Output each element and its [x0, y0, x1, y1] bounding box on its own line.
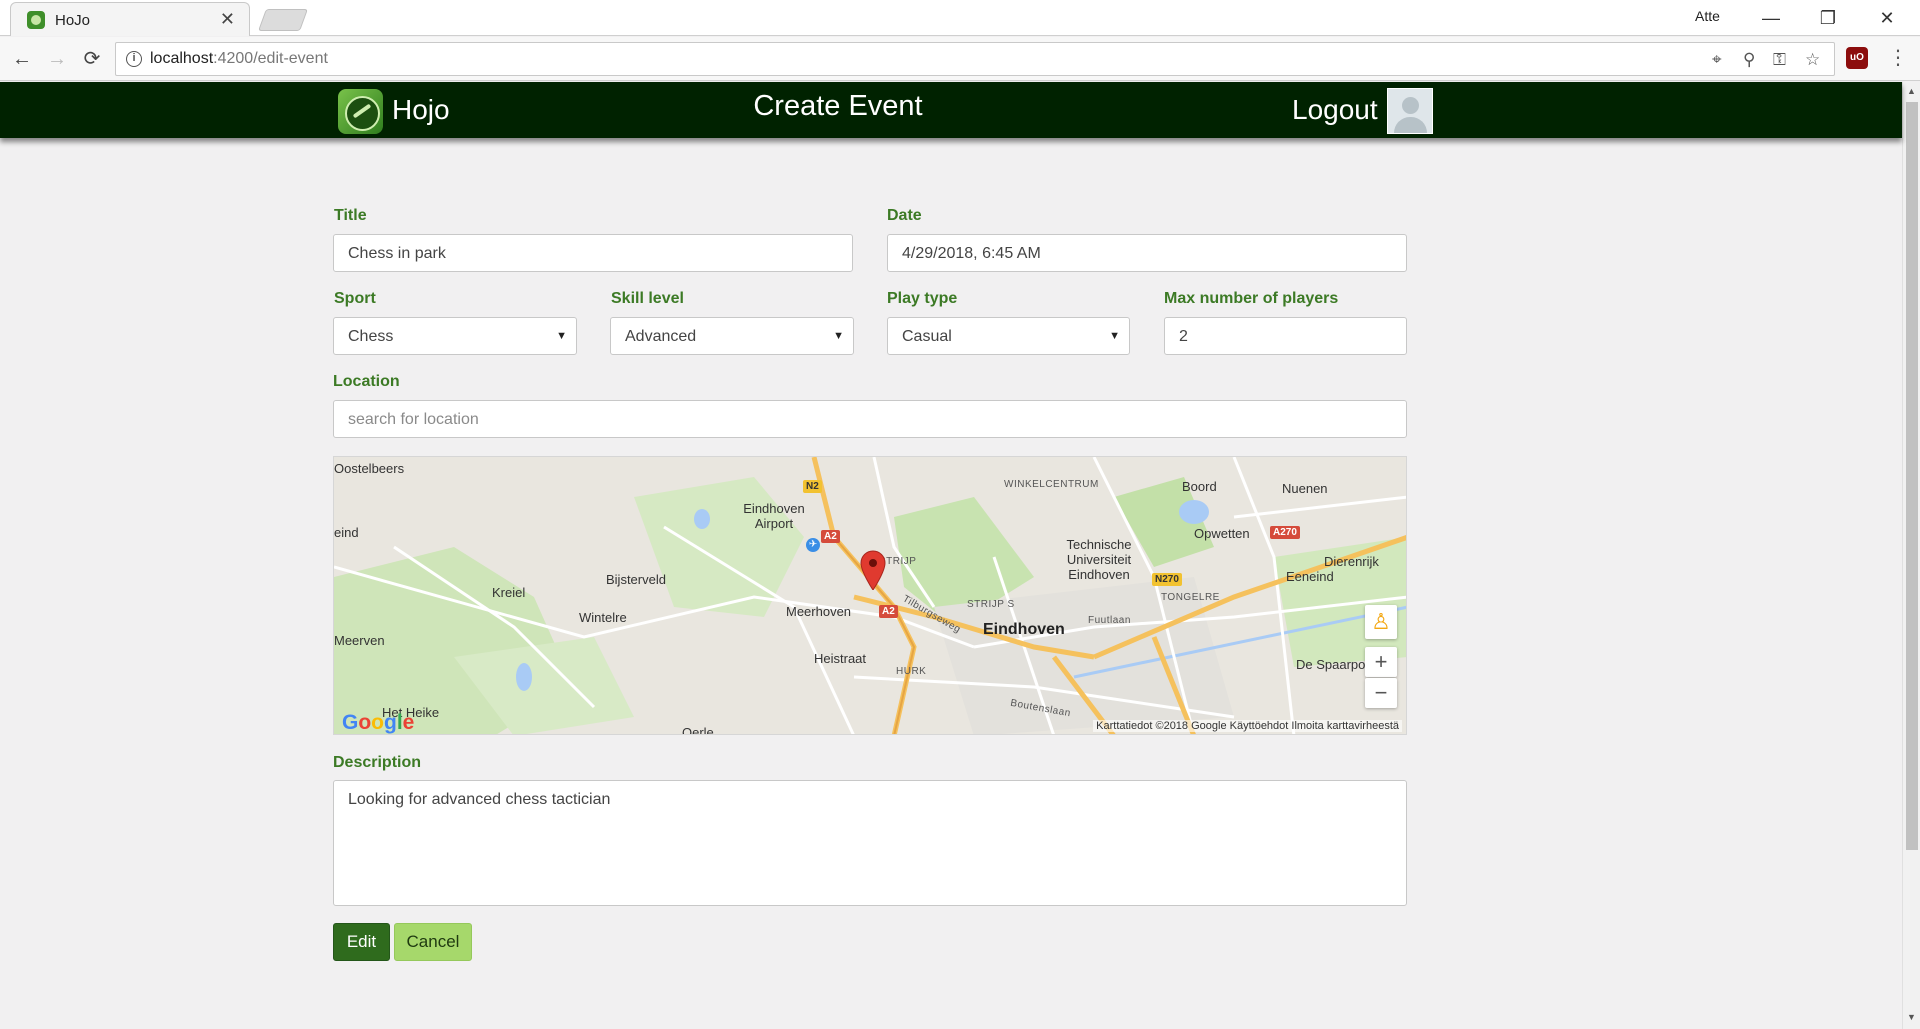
zoom-out-button[interactable]: − — [1365, 678, 1397, 708]
map-place-label: TONGELRE — [1161, 592, 1220, 603]
map-credits[interactable]: Karttatiedot ©2018 Google Käyttöehdot Il… — [1093, 720, 1402, 732]
minimize-icon[interactable]: — — [1748, 4, 1794, 32]
hojo-favicon-icon — [27, 11, 45, 29]
map-place-label: Eindhoven Airport — [743, 501, 805, 531]
skill-level-label: Skill level — [611, 290, 684, 307]
description-textarea[interactable]: Looking for advanced chess tactician — [333, 780, 1407, 906]
road-badge: A2 — [879, 605, 898, 618]
map-place-label: eind — [334, 525, 359, 540]
play-type-value: Casual — [902, 328, 952, 345]
browser-tab[interactable]: HoJo ✕ — [10, 2, 250, 36]
reload-icon[interactable]: ⟳ — [78, 46, 106, 72]
map-place-label: Meerhoven — [786, 604, 852, 619]
skill-level-select[interactable]: Advanced ▼ — [610, 317, 854, 355]
scroll-up-icon[interactable]: ▲ — [1907, 86, 1916, 96]
browser-toolbar: ← → ⟳ i localhost:4200/edit-event ⌖ ⚲ ⚿ … — [0, 37, 1920, 81]
url-host: localhost — [150, 50, 214, 67]
map-place-label: Dierenrijk — [1324, 554, 1379, 569]
map-place-label: Opwetten — [1194, 526, 1250, 541]
browser-tab-bar: HoJo ✕ Atte — ❐ ✕ — [0, 0, 1920, 36]
hojo-logo-icon[interactable] — [338, 89, 383, 134]
street-view-pegman-icon[interactable]: ♙ — [1365, 605, 1397, 639]
map-place-label: Eindhoven — [983, 621, 1065, 638]
address-bar[interactable]: i localhost:4200/edit-event ⌖ ⚲ ⚿ ☆ — [115, 42, 1835, 76]
ublock-extension-icon[interactable]: uO — [1846, 47, 1868, 69]
map-marker-icon[interactable] — [860, 550, 886, 590]
cancel-button[interactable]: Cancel — [394, 923, 472, 961]
map-place-label: Kreiel — [492, 585, 526, 600]
location-search-input[interactable]: search for location — [333, 400, 1407, 438]
google-logo[interactable]: Google — [342, 711, 414, 734]
new-tab-button[interactable] — [257, 9, 309, 31]
key-icon[interactable]: ⚿ — [1773, 50, 1786, 70]
app-header: Hojo Create Event Logout — [0, 82, 1902, 138]
date-label: Date — [887, 207, 922, 224]
restore-icon[interactable]: ❐ — [1805, 4, 1851, 32]
site-info-icon[interactable]: i — [126, 51, 142, 67]
sport-select[interactable]: Chess ▼ — [333, 317, 577, 355]
sport-label: Sport — [334, 290, 376, 307]
play-type-label: Play type — [887, 290, 958, 307]
edit-button[interactable]: Edit — [333, 923, 390, 961]
map-place-label: Oerle — [682, 725, 714, 735]
map-place-label: Meerven — [334, 633, 385, 648]
chevron-down-icon: ▼ — [556, 330, 567, 342]
url-text: localhost:4200/edit-event — [150, 50, 328, 68]
url-path: :4200/edit-event — [213, 50, 328, 67]
logout-link[interactable]: Logout — [1292, 94, 1378, 126]
browser-menu-icon[interactable]: ⋮ — [1888, 45, 1908, 70]
map-place-label: Heistraat — [814, 651, 867, 666]
road-badge: N270 — [1152, 573, 1182, 586]
forward-icon[interactable]: → — [43, 46, 71, 72]
airport-icon: ✈ — [806, 538, 820, 552]
profile-name[interactable]: Atte — [1695, 8, 1720, 24]
map-place-label: WINKELCENTRUM — [1004, 479, 1099, 490]
location-icon[interactable]: ⌖ — [1712, 50, 1722, 70]
max-players-input[interactable]: 2 — [1164, 317, 1407, 355]
map-place-label: Boord — [1182, 479, 1217, 494]
play-type-select[interactable]: Casual ▼ — [887, 317, 1130, 355]
map-place-label: Technische Universiteit Eindhoven — [1066, 537, 1132, 582]
max-players-label: Max number of players — [1164, 290, 1339, 307]
map-street-label: Fuutlaan — [1088, 615, 1131, 626]
date-input[interactable]: 4/29/2018, 6:45 AM — [887, 234, 1407, 272]
map-place-label: HURK — [896, 666, 927, 677]
road-badge: N2 — [803, 480, 822, 493]
map-place-label: Wintelre — [579, 610, 627, 625]
road-badge: A2 — [821, 530, 840, 543]
brand-name[interactable]: Hojo — [392, 94, 450, 126]
title-input[interactable]: Chess in park — [333, 234, 853, 272]
sport-value: Chess — [348, 328, 394, 345]
back-icon[interactable]: ← — [8, 46, 36, 72]
zoom-in-button[interactable]: + — [1365, 647, 1397, 677]
location-map[interactable]: Oostelbeers Eindhoven Airport ✈ WINKELCE… — [333, 456, 1407, 735]
page-scrollbar[interactable]: ▲ ▼ — [1902, 82, 1920, 1029]
window-close-icon[interactable]: ✕ — [1864, 4, 1910, 32]
page-title: Create Event — [753, 90, 923, 122]
scroll-thumb[interactable] — [1906, 102, 1918, 850]
chevron-down-icon: ▼ — [833, 330, 844, 342]
map-place-label: Eeneind — [1286, 569, 1334, 584]
map-place-label: STRIJP S — [967, 599, 1015, 610]
description-label: Description — [333, 754, 422, 771]
skill-level-value: Advanced — [625, 328, 697, 345]
road-badge: A270 — [1270, 526, 1300, 539]
map-place-label: Nuenen — [1282, 481, 1328, 496]
avatar[interactable] — [1387, 88, 1433, 134]
map-place-label: Oostelbeers — [334, 461, 405, 476]
map-place-label: Bijsterveld — [606, 572, 666, 587]
zoom-icon[interactable]: ⚲ — [1743, 50, 1755, 70]
chevron-down-icon: ▼ — [1109, 330, 1120, 342]
location-label: Location — [333, 373, 400, 390]
scroll-down-icon[interactable]: ▼ — [1907, 1012, 1916, 1022]
tab-close-icon[interactable]: ✕ — [220, 9, 235, 30]
bookmark-star-icon[interactable]: ☆ — [1805, 50, 1820, 70]
tab-title: HoJo — [55, 12, 91, 29]
map-place-label: De Spaarpot — [1296, 657, 1369, 672]
title-label: Title — [334, 207, 367, 224]
